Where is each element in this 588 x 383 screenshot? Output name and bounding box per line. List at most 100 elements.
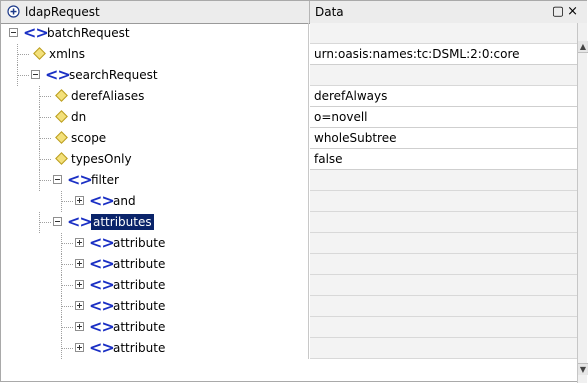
data-cell[interactable]: derefAlways [310,86,577,107]
collapse-toggle-icon[interactable] [53,175,62,184]
node-label[interactable]: attribute [113,236,165,250]
data-cell[interactable] [310,212,577,233]
tree-row[interactable]: derefAliases derefAlways [1,86,577,107]
data-cell[interactable] [310,296,577,317]
tree-row[interactable]: <> batchRequest [1,23,577,44]
xml-attribute-icon [33,47,46,60]
tree-node-cell[interactable]: <> attribute [1,233,309,254]
tree-node-cell[interactable]: xmlns [1,44,309,65]
vertical-scrollbar[interactable]: ▲ ▼ [577,23,588,383]
tree-row[interactable]: <> attributes [1,212,577,233]
node-label[interactable]: batchRequest [47,26,130,40]
tree-row[interactable]: typesOnly false [1,149,577,170]
scroll-down-arrow-icon[interactable]: ▼ [578,363,588,375]
data-cell[interactable] [310,233,577,254]
expand-toggle-icon[interactable] [75,343,84,352]
tree-guide-line [39,212,40,233]
tree-node-cell[interactable]: <> attribute [1,317,309,338]
data-cell[interactable] [310,317,577,338]
data-cell[interactable] [310,191,577,212]
data-cell[interactable]: o=novell [310,107,577,128]
node-label[interactable]: searchRequest [69,68,158,82]
tree-node-cell[interactable]: <> attributes [1,212,309,233]
tree-node-cell[interactable]: derefAliases [1,86,309,107]
tree-node-cell[interactable]: <> searchRequest [1,65,309,86]
tree-node-cell[interactable]: dn [1,107,309,128]
xml-element-icon: <> [89,254,115,273]
node-label[interactable]: attribute [113,257,165,271]
expand-toggle-icon[interactable] [75,238,84,247]
tree-guide-line [39,96,51,97]
selected-node-label[interactable]: attributes [91,214,154,230]
tree-row[interactable]: scope wholeSubtree [1,128,577,149]
data-cell[interactable]: urn:oasis:names:tc:DSML:2:0:core [310,44,577,65]
tree-node-cell[interactable]: <> batchRequest [1,23,309,44]
name-column-header[interactable]: ldapRequest [1,1,310,23]
attribute-label[interactable]: derefAliases [71,89,144,103]
xml-element-icon: <> [89,338,115,357]
tree-guide-line [39,86,40,107]
xml-element-icon: <> [89,296,115,315]
attribute-label[interactable]: typesOnly [71,152,132,166]
xml-element-icon: <> [67,212,93,231]
collapse-toggle-icon[interactable] [53,217,62,226]
tree-row[interactable]: <> attribute [1,296,577,317]
expand-toggle-icon[interactable] [75,280,84,289]
data-cell[interactable]: wholeSubtree [310,128,577,149]
close-icon[interactable]: × [567,4,581,19]
tree-guide-line [61,306,73,307]
tree-guide-line [39,138,51,139]
node-label[interactable]: attribute [113,320,165,334]
tree-row[interactable]: <> attribute [1,233,577,254]
tree-node-cell[interactable]: <> attribute [1,254,309,275]
data-cell[interactable] [310,170,577,191]
tree-row[interactable]: <> attribute [1,317,577,338]
node-label[interactable]: attribute [113,299,165,313]
xml-element-icon: <> [23,23,49,42]
tree-row[interactable]: xmlns urn:oasis:names:tc:DSML:2:0:core [1,44,577,65]
expand-toggle-icon[interactable] [75,259,84,268]
attribute-label[interactable]: scope [71,131,106,145]
expand-toggle-icon[interactable] [75,301,84,310]
tree-node-cell[interactable]: <> attribute [1,296,309,317]
tree-row[interactable]: dn o=novell [1,107,577,128]
tree-row[interactable]: <> searchRequest [1,65,577,86]
node-label[interactable]: attribute [113,341,165,355]
tree-node-cell[interactable]: <> attribute [1,338,309,359]
collapse-toggle-icon[interactable] [31,70,40,79]
attribute-label[interactable]: xmlns [49,47,85,61]
tree-node-cell[interactable]: <> filter [1,170,309,191]
node-label[interactable]: attribute [113,278,165,292]
tree-guide-line [39,222,51,223]
tree-row[interactable]: <> attribute [1,275,577,296]
data-cell[interactable] [310,65,577,86]
tree-guide-line [61,327,73,328]
name-column-label: ldapRequest [25,5,100,19]
node-label[interactable]: and [113,194,136,208]
data-cell[interactable] [310,254,577,275]
data-column-header[interactable]: Data ▢× [310,1,587,23]
tree-row[interactable]: <> attribute [1,338,577,359]
scroll-up-arrow-icon[interactable]: ▲ [578,41,588,53]
tree-node-cell[interactable]: scope [1,128,309,149]
attribute-label[interactable]: dn [71,110,86,124]
tree-row[interactable]: <> attribute [1,254,577,275]
tree-node-cell[interactable]: typesOnly [1,149,309,170]
data-cell[interactable] [310,275,577,296]
tree-node-cell[interactable]: <> and [1,191,309,212]
collapse-toggle-icon[interactable] [9,28,18,37]
tree-row[interactable]: <> filter [1,170,577,191]
tree-row[interactable]: <> and [1,191,577,212]
tree-node-cell[interactable]: <> attribute [1,275,309,296]
expand-toggle-icon[interactable] [75,196,84,205]
node-label[interactable]: filter [91,173,119,187]
data-cell[interactable] [310,338,577,359]
tree-guide-line [61,201,73,202]
expand-toggle-icon[interactable] [75,322,84,331]
tree-guide-line [17,54,29,55]
data-cell[interactable]: false [310,149,577,170]
data-cell[interactable] [310,23,577,44]
tree-guide-line [17,65,18,86]
restore-icon[interactable]: ▢ [552,4,567,19]
tree-guide-line [61,296,62,317]
